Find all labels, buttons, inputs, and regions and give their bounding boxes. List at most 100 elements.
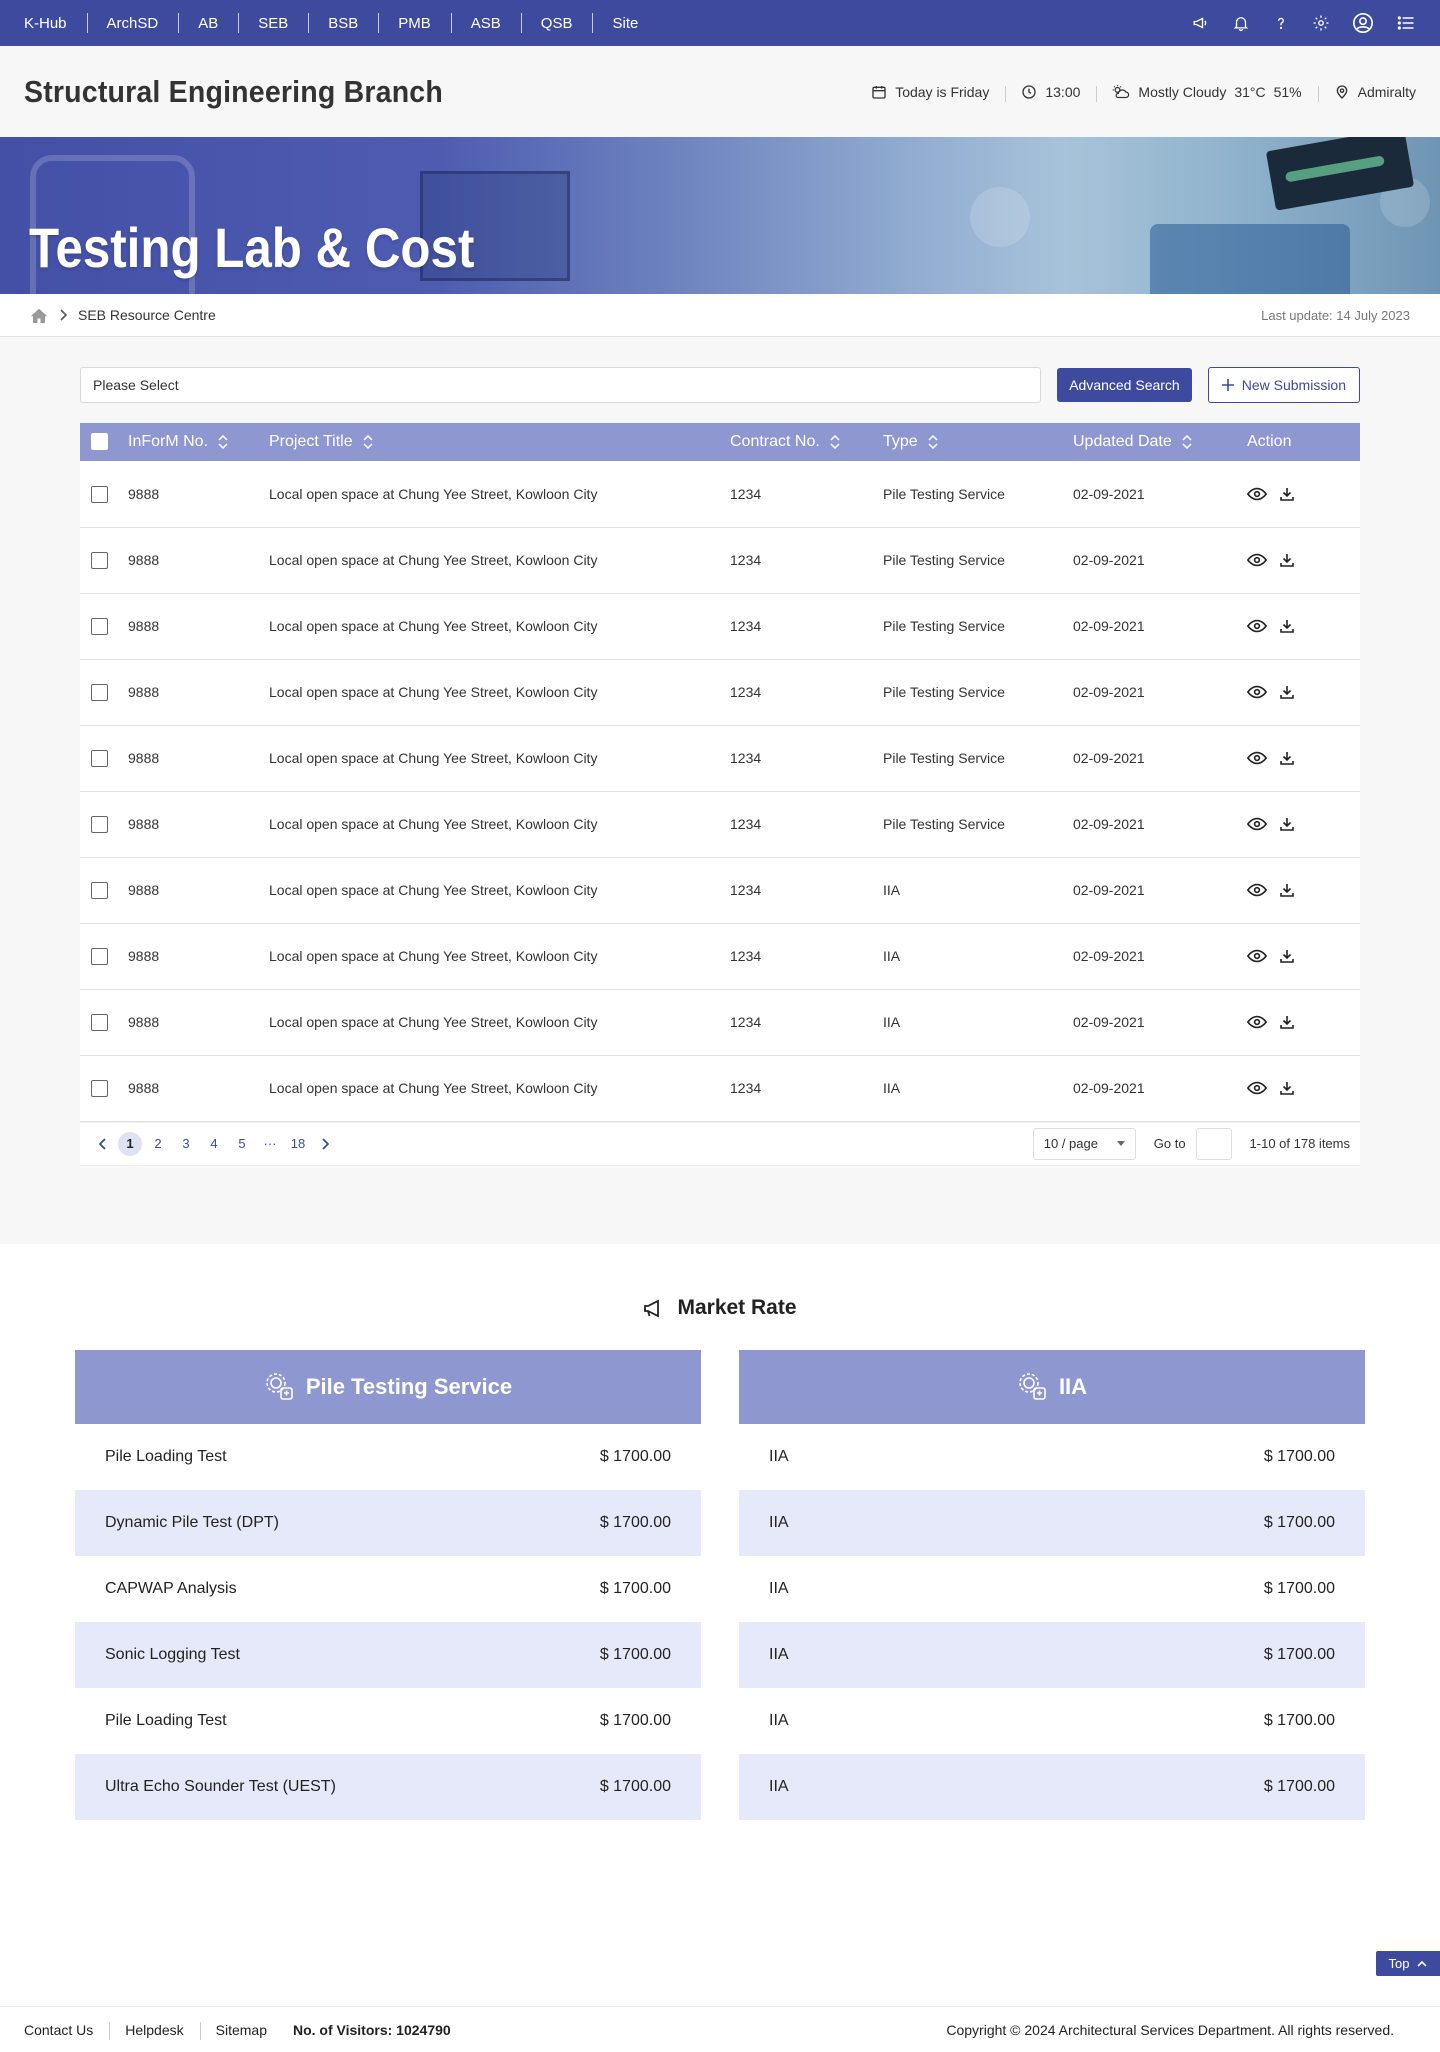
footer-link-contact[interactable]: Contact Us	[24, 2022, 109, 2038]
column-contract-no[interactable]: Contract No.	[730, 423, 883, 461]
view-eye-icon[interactable]	[1247, 751, 1267, 765]
view-eye-icon[interactable]	[1247, 487, 1267, 501]
market-column-pile: Pile Testing Service Pile Loading Test $ …	[75, 1349, 701, 1820]
download-icon[interactable]	[1279, 882, 1295, 898]
page-5[interactable]: 5	[230, 1132, 254, 1156]
download-icon[interactable]	[1279, 816, 1295, 832]
download-icon[interactable]	[1279, 750, 1295, 766]
view-eye-icon[interactable]	[1247, 949, 1267, 963]
cell-inform-no: 9888	[128, 485, 160, 502]
view-eye-icon[interactable]	[1247, 553, 1267, 567]
select-all-checkbox[interactable]	[91, 433, 108, 451]
download-icon[interactable]	[1279, 948, 1295, 964]
nav-link-khub[interactable]: K-Hub	[24, 15, 87, 32]
nav-link-site[interactable]: Site	[592, 12, 658, 33]
sort-icon[interactable]	[830, 435, 840, 449]
cell-project-title: Local open space at Chung Yee Street, Ko…	[269, 882, 598, 898]
location-info: Admiralty	[1317, 84, 1416, 102]
nav-link-pmb[interactable]: PMB	[378, 12, 451, 33]
page-1[interactable]: 1	[118, 1131, 142, 1156]
rate-item-name: IIA	[769, 1447, 789, 1465]
view-eye-icon[interactable]	[1247, 1015, 1267, 1029]
new-submission-button[interactable]: New Submission	[1207, 367, 1360, 403]
page-18[interactable]: 18	[286, 1132, 310, 1156]
advanced-search-button[interactable]: Advanced Search	[1057, 368, 1192, 402]
cell-project-title: Local open space at Chung Yee Street, Ko…	[269, 552, 598, 568]
download-icon[interactable]	[1279, 552, 1295, 568]
view-eye-icon[interactable]	[1247, 883, 1267, 897]
view-eye-icon[interactable]	[1247, 817, 1267, 831]
footer-link-sitemap[interactable]: Sitemap	[199, 2021, 283, 2040]
row-checkbox[interactable]	[91, 551, 108, 569]
column-updated-date[interactable]: Updated Date	[1073, 423, 1247, 461]
download-icon[interactable]	[1279, 684, 1295, 700]
cell-type: Pile Testing Service	[883, 618, 1005, 634]
cell-updated-date: 02-09-2021	[1073, 618, 1145, 634]
column-label: Contract No.	[730, 433, 820, 450]
menu-icon[interactable]	[1396, 13, 1416, 33]
page-size-select[interactable]: 10 / page	[1032, 1127, 1136, 1160]
row-checkbox[interactable]	[91, 881, 108, 899]
footer-link-helpdesk[interactable]: Helpdesk	[109, 2021, 199, 2040]
nav-link-ab[interactable]: AB	[178, 12, 238, 33]
sort-icon[interactable]	[1182, 435, 1192, 449]
rate-item-name: IIA	[769, 1513, 789, 1531]
column-label: Updated Date	[1073, 433, 1172, 450]
nav-link-seb[interactable]: SEB	[238, 12, 308, 33]
row-checkbox[interactable]	[91, 1013, 108, 1031]
date-info: Today is Friday	[855, 84, 1005, 100]
weather-info: Mostly Cloudy 31°C 51%	[1096, 84, 1317, 102]
sort-icon[interactable]	[928, 435, 938, 449]
page-list: 1 2 3 4 5 ··· 18	[90, 1131, 338, 1156]
page-2[interactable]: 2	[146, 1132, 170, 1156]
row-checkbox[interactable]	[91, 815, 108, 833]
user-icon[interactable]	[1352, 12, 1374, 34]
nav-link-bsb[interactable]: BSB	[308, 12, 378, 33]
view-eye-icon[interactable]	[1247, 685, 1267, 699]
page-4[interactable]: 4	[202, 1132, 226, 1156]
help-icon[interactable]	[1272, 14, 1290, 32]
download-icon[interactable]	[1279, 486, 1295, 502]
market-rate-section: Market Rate Pile Testing Service Pile Lo…	[0, 1243, 1440, 1940]
new-submission-label: New Submission	[1241, 377, 1346, 393]
sort-icon[interactable]	[363, 435, 373, 449]
view-eye-icon[interactable]	[1247, 619, 1267, 633]
gear-icon[interactable]	[1312, 14, 1330, 32]
home-icon[interactable]	[30, 307, 48, 324]
megaphone-icon[interactable]	[1192, 14, 1210, 32]
row-checkbox[interactable]	[91, 1079, 108, 1097]
download-icon[interactable]	[1279, 1014, 1295, 1030]
nav-link-asb[interactable]: ASB	[450, 12, 521, 33]
row-checkbox[interactable]	[91, 617, 108, 635]
column-type[interactable]: Type	[883, 423, 1073, 461]
sort-icon[interactable]	[218, 435, 228, 449]
calendar-icon	[871, 84, 887, 100]
bell-icon[interactable]	[1232, 14, 1250, 32]
rate-item-price: $ 1700.00	[599, 1645, 671, 1663]
back-to-top-label: Top	[1388, 1956, 1410, 1971]
row-checkbox[interactable]	[91, 683, 108, 701]
column-project-title[interactable]: Project Title	[269, 423, 730, 461]
cell-contract-no: 1234	[730, 1080, 762, 1096]
row-checkbox[interactable]	[91, 749, 108, 767]
goto-page-input[interactable]	[1195, 1127, 1232, 1160]
prev-page-icon[interactable]	[90, 1132, 114, 1156]
view-eye-icon[interactable]	[1247, 1081, 1267, 1095]
row-select-cell	[80, 461, 128, 527]
column-inform-no[interactable]: InForM No.	[128, 423, 269, 461]
filter-select[interactable]: Please Select	[80, 367, 1042, 403]
nav-link-qsb[interactable]: QSB	[520, 12, 593, 33]
location-pin-icon	[1334, 84, 1350, 100]
row-checkbox[interactable]	[91, 947, 108, 965]
rate-item-name: Ultra Echo Sounder Test (UEST)	[105, 1777, 336, 1795]
page-3[interactable]: 3	[174, 1132, 198, 1156]
download-icon[interactable]	[1279, 1080, 1295, 1096]
download-icon[interactable]	[1279, 618, 1295, 634]
row-checkbox[interactable]	[91, 485, 108, 503]
cell-inform-no: 9888	[128, 948, 160, 964]
page-ellipsis[interactable]: ···	[258, 1132, 282, 1156]
breadcrumb-current[interactable]: SEB Resource Centre	[78, 307, 216, 323]
nav-link-archsd[interactable]: ArchSD	[86, 12, 179, 33]
back-to-top-button[interactable]: Top	[1376, 1951, 1440, 1976]
next-page-icon[interactable]	[314, 1132, 338, 1156]
